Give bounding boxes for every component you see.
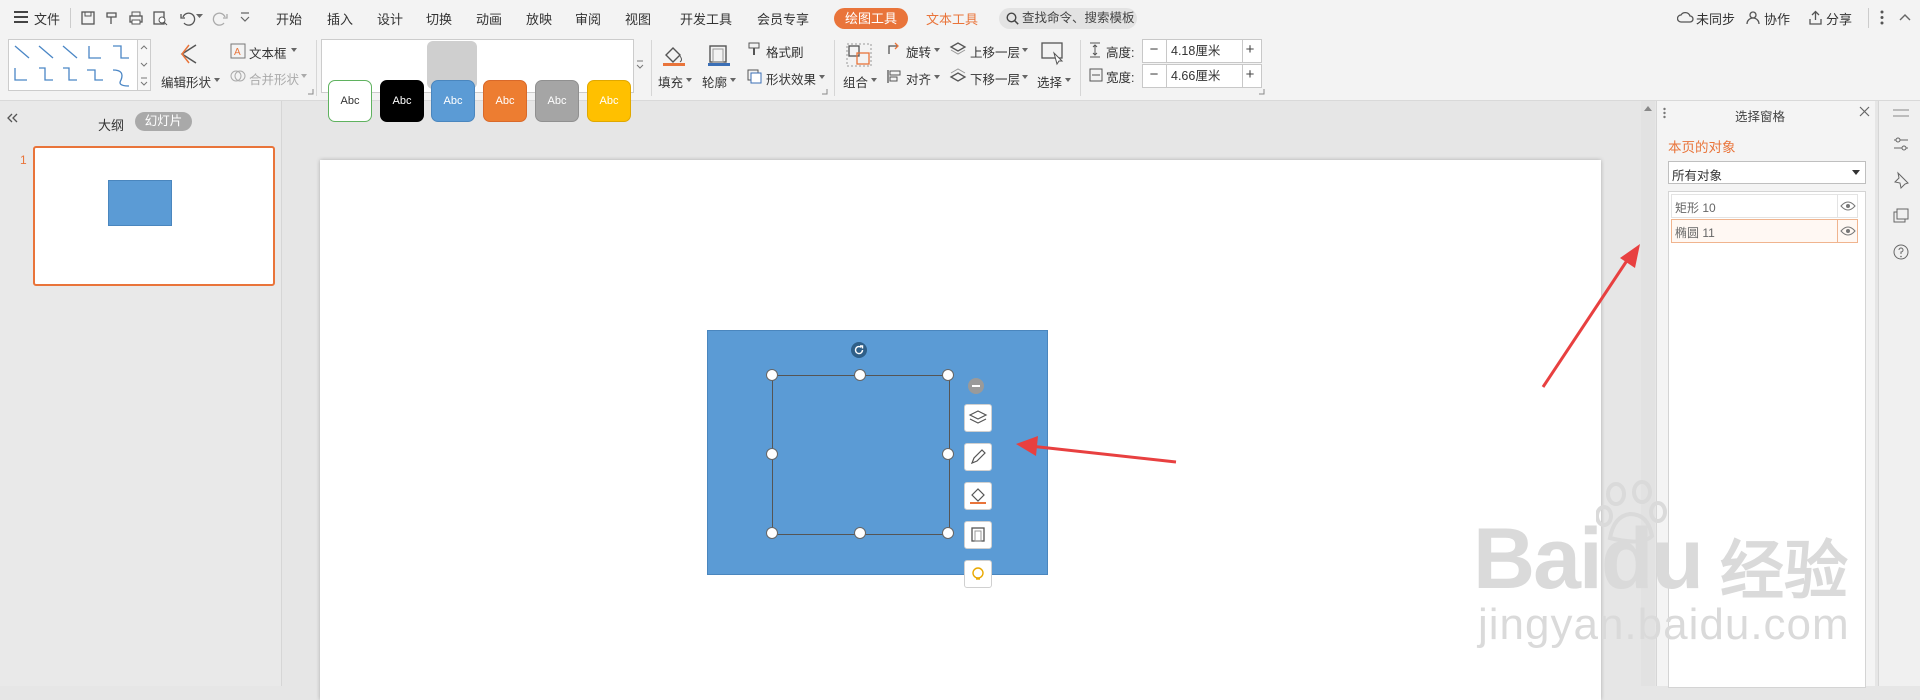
watermark-paw-icon xyxy=(1596,478,1668,550)
watermark-brand-cn: 经验 xyxy=(1720,535,1848,607)
watermark-url: jingyan.baidu.com xyxy=(1478,600,1850,649)
